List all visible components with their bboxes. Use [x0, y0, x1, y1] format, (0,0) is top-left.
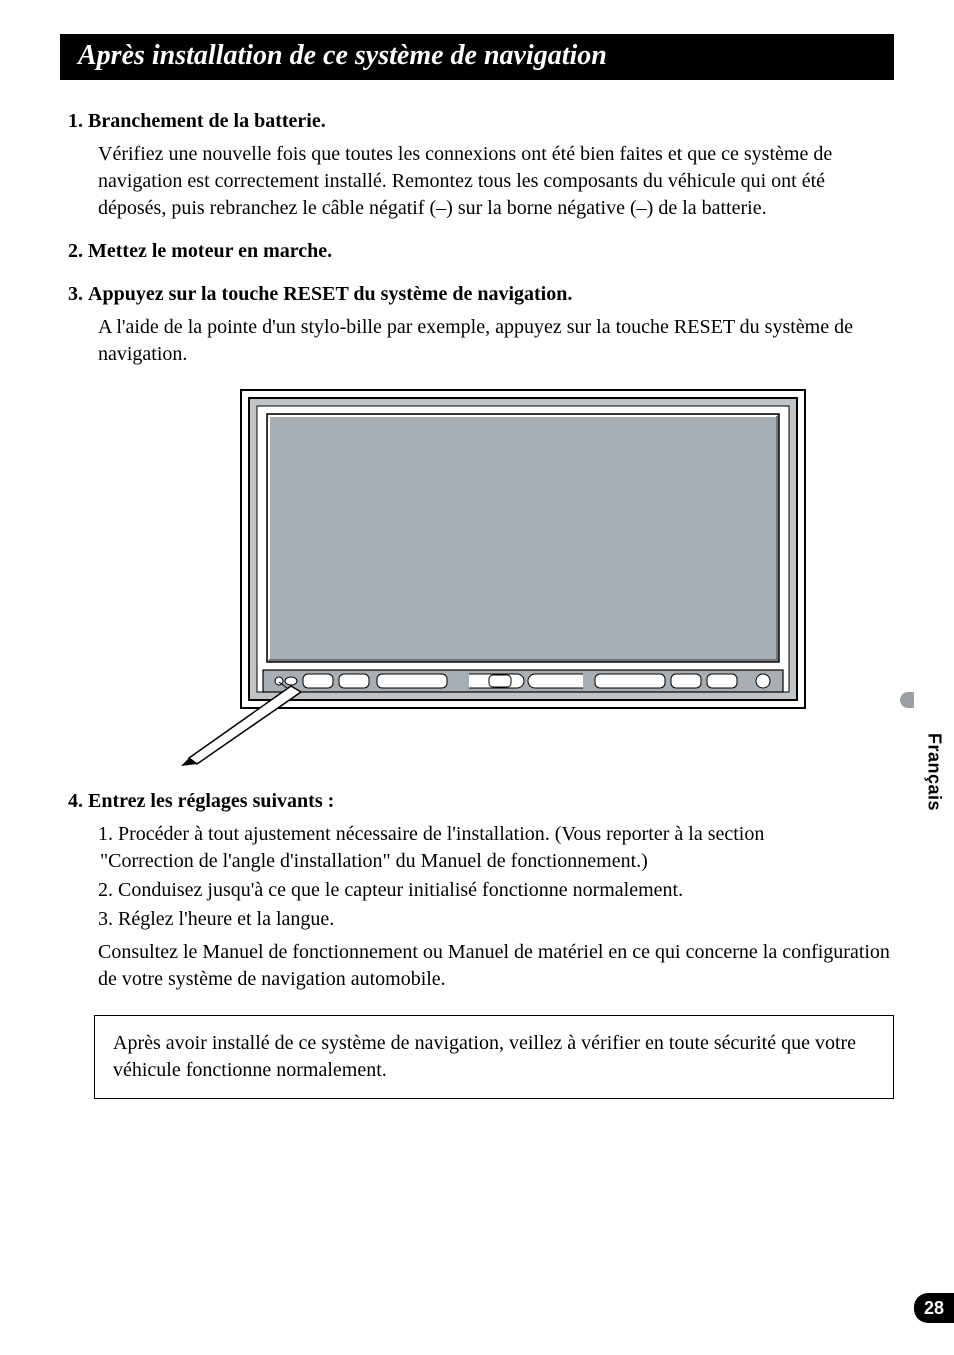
step-3-heading: Appuyez sur la touche RESET du système d…	[88, 281, 894, 308]
instruction-list: Branchement de la batterie. Vérifiez une…	[88, 108, 894, 993]
step-4-heading: Entrez les réglages suivants :	[88, 788, 894, 815]
document-page: Après installation de ce système de navi…	[0, 0, 954, 1355]
page-number-badge: 28	[914, 1293, 954, 1323]
substep-3: Réglez l'heure et la langue.	[118, 906, 894, 933]
section-title: Après installation de ce système de navi…	[78, 40, 607, 71]
step-3: Appuyez sur la touche RESET du système d…	[88, 281, 894, 766]
step-4: Entrez les réglages suivants : Procéder …	[88, 788, 894, 993]
substep-1-text: Procéder à tout ajustement nécessaire de…	[118, 823, 764, 845]
page-number: 28	[924, 1298, 944, 1319]
section-title-bar: Après installation de ce système de navi…	[60, 34, 894, 80]
device-illustration	[88, 386, 894, 766]
step-3-body: A l'aide de la pointe d'un stylo-bille p…	[98, 314, 894, 368]
language-tab: Français	[900, 692, 954, 852]
substep-2: Conduisez jusqu'à ce que le capteur init…	[118, 877, 894, 904]
step-2: Mettez le moteur en marche.	[88, 238, 894, 265]
substep-1-continuation: "Correction de l'angle d'installation" d…	[100, 848, 894, 875]
substep-2-text: Conduisez jusqu'à ce que le capteur init…	[118, 879, 683, 901]
step-4-sublist: Procéder à tout ajustement nécessaire de…	[118, 821, 894, 933]
safety-note-box: Après avoir installé de ce système de na…	[94, 1015, 894, 1099]
safety-note-text: Après avoir installé de ce système de na…	[113, 1032, 856, 1081]
step-1-body: Vérifiez une nouvelle fois que toutes le…	[98, 141, 894, 222]
language-tab-cap	[900, 692, 914, 708]
language-tab-body: Français	[914, 692, 954, 852]
substep-3-text: Réglez l'heure et la langue.	[118, 908, 334, 930]
language-label: Français	[924, 733, 945, 811]
step-1: Branchement de la batterie. Vérifiez une…	[88, 108, 894, 222]
step-2-heading: Mettez le moteur en marche.	[88, 238, 894, 265]
step-1-heading: Branchement de la batterie.	[88, 108, 894, 135]
step-4-post-text: Consultez le Manuel de fonctionnement ou…	[98, 939, 894, 993]
substep-1: Procéder à tout ajustement nécessaire de…	[118, 821, 894, 875]
navigation-device-icon	[171, 386, 811, 766]
